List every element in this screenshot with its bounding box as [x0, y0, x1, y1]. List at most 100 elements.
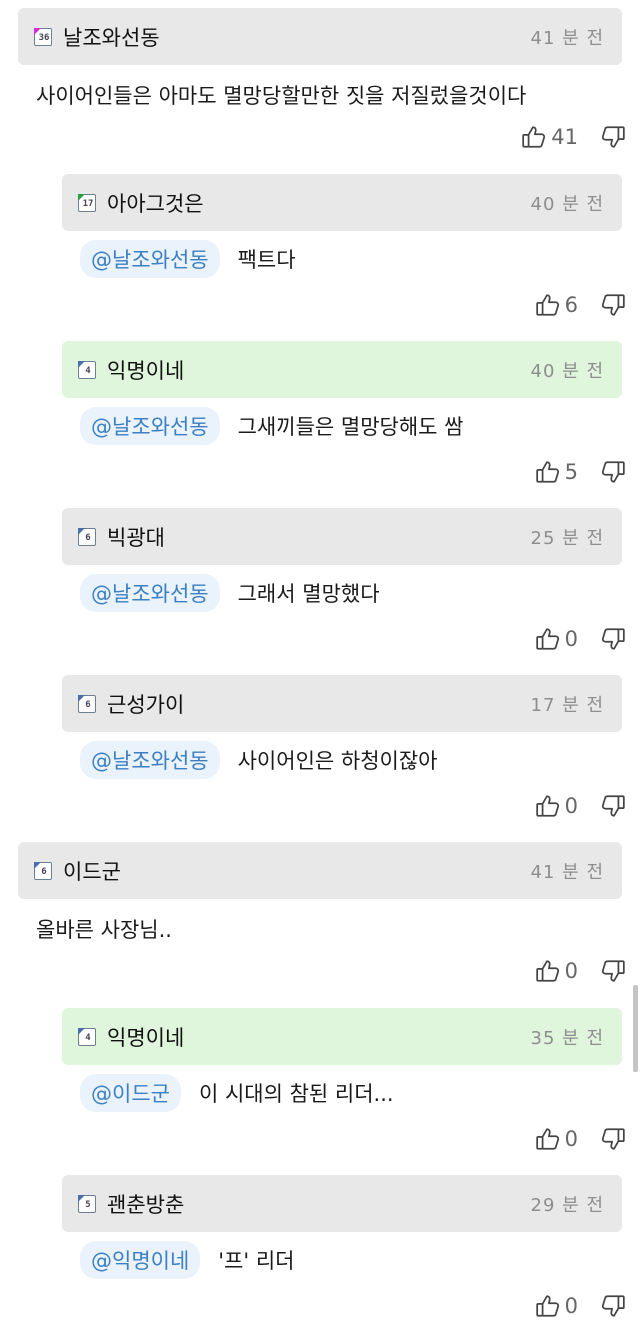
author-nickname[interactable]: 익명이네: [107, 1022, 531, 1052]
upvote-count: 0: [564, 794, 578, 818]
author-nickname[interactable]: 날조와선동: [63, 22, 531, 52]
vote-bar: 6: [535, 292, 626, 318]
author-nickname[interactable]: 아아그것은: [107, 188, 531, 218]
author-nickname[interactable]: 빅광대: [107, 522, 531, 552]
comment-text: 사이어인은 하청이잖아: [237, 749, 438, 773]
level-badge-icon: 5: [78, 1194, 96, 1213]
upvote-button[interactable]: 0: [535, 626, 600, 652]
thumbs-up-icon: [535, 294, 559, 316]
thumbs-down-icon: [601, 628, 625, 650]
mention-tag[interactable]: @날조와선동: [80, 240, 220, 278]
vote-bar: 0: [535, 1126, 626, 1152]
comment-header: 5 괜춘방춘 29 분 전: [62, 1175, 622, 1232]
thumbs-down-icon: [601, 795, 625, 817]
thumbs-down-icon: [601, 1128, 625, 1150]
vote-bar: 0: [535, 626, 626, 652]
upvote-button[interactable]: 0: [535, 958, 600, 984]
thumbs-up-icon: [535, 960, 559, 982]
level-badge-icon: 6: [78, 527, 96, 546]
downvote-button[interactable]: [600, 1126, 626, 1152]
comment-time: 41 분 전: [530, 861, 604, 883]
reply-content: @날조와선동 그래서 멸망했다: [80, 574, 380, 612]
vote-bar: 0: [535, 793, 626, 819]
downvote-button[interactable]: [600, 124, 626, 150]
comment-header: 6 빅광대 25 분 전: [62, 508, 622, 565]
thumbs-down-icon: [601, 461, 625, 483]
comment-text: 이 시대의 참된 리더...: [198, 1082, 394, 1106]
thumbs-down-icon: [601, 960, 625, 982]
mention-tag[interactable]: @날조와선동: [80, 407, 220, 445]
upvote-count: 6: [564, 293, 578, 317]
downvote-button[interactable]: [600, 459, 626, 485]
level-badge-icon: 6: [78, 694, 96, 713]
level-badge-icon: 4: [78, 1027, 96, 1046]
author-nickname[interactable]: 근성가이: [107, 689, 531, 719]
comment-header: 36 날조와선동 41 분 전: [18, 8, 622, 65]
thumbs-up-icon: [535, 461, 559, 483]
mention-tag[interactable]: @날조와선동: [80, 574, 220, 612]
mention-tag[interactable]: @날조와선동: [80, 741, 220, 779]
thumbs-up-icon: [535, 1295, 559, 1317]
mention-tag[interactable]: @익명이네: [80, 1241, 201, 1279]
comment-time: 41 분 전: [530, 27, 604, 49]
upvote-button[interactable]: 6: [535, 292, 600, 318]
level-badge-icon: 6: [34, 861, 52, 880]
comment-text: 그래서 멸망했다: [237, 582, 380, 606]
vote-bar: 5: [535, 459, 626, 485]
comment-text: 팩트다: [237, 248, 296, 272]
comment-time: 29 분 전: [530, 1194, 604, 1216]
upvote-count: 0: [564, 959, 578, 983]
upvote-count: 0: [564, 627, 578, 651]
scrollbar[interactable]: [633, 985, 638, 1072]
comment-header: 6 근성가이 17 분 전: [62, 675, 622, 732]
comment-header: 17 아아그것은 40 분 전: [62, 174, 622, 231]
upvote-count: 41: [551, 125, 578, 149]
comment-time: 40 분 전: [530, 360, 604, 382]
comment-header: 4 익명이네 35 분 전: [62, 1008, 622, 1065]
author-nickname[interactable]: 익명이네: [107, 355, 531, 385]
thumbs-down-icon: [601, 1295, 625, 1317]
comment-header: 4 익명이네 40 분 전: [62, 341, 622, 398]
upvote-button[interactable]: 0: [535, 1293, 600, 1319]
comment-text: 올바른 사장님..: [36, 918, 172, 942]
vote-bar: 0: [535, 1293, 626, 1319]
level-badge-icon: 17: [78, 193, 96, 212]
comment-text: '프' 리더: [218, 1249, 295, 1273]
thumbs-down-icon: [601, 294, 625, 316]
upvote-count: 0: [564, 1127, 578, 1151]
comment-text: 그새끼들은 멸망당해도 쌈: [237, 415, 464, 439]
upvote-button[interactable]: 5: [535, 459, 600, 485]
thumbs-down-icon: [601, 126, 625, 148]
comment-text: 사이어인들은 아마도 멸망당할만한 짓을 저질렀을것이다: [36, 84, 527, 108]
level-badge-icon: 36: [34, 27, 52, 46]
thumbs-up-icon: [535, 628, 559, 650]
upvote-count: 5: [564, 460, 578, 484]
comment-time: 35 분 전: [530, 1027, 604, 1049]
reply-content: @날조와선동 사이어인은 하청이잖아: [80, 741, 437, 779]
reply-content: @이드군 이 시대의 참된 리더...: [80, 1074, 394, 1112]
vote-bar: 41: [521, 124, 626, 150]
reply-content: @날조와선동 그새끼들은 멸망당해도 쌈: [80, 407, 463, 445]
reply-content: @날조와선동 팩트다: [80, 240, 296, 278]
comment-time: 17 분 전: [530, 694, 604, 716]
upvote-button[interactable]: 41: [521, 124, 600, 150]
downvote-button[interactable]: [600, 292, 626, 318]
thumbs-up-icon: [535, 795, 559, 817]
downvote-button[interactable]: [600, 793, 626, 819]
author-nickname[interactable]: 괜춘방춘: [107, 1189, 531, 1219]
comment-header: 6 이드군 41 분 전: [18, 842, 622, 899]
downvote-button[interactable]: [600, 626, 626, 652]
mention-tag[interactable]: @이드군: [80, 1074, 181, 1112]
downvote-button[interactable]: [600, 1293, 626, 1319]
upvote-count: 0: [564, 1294, 578, 1318]
thumbs-up-icon: [522, 126, 546, 148]
reply-content: @익명이네 '프' 리더: [80, 1241, 294, 1279]
downvote-button[interactable]: [600, 958, 626, 984]
author-nickname[interactable]: 이드군: [63, 856, 531, 886]
comment-time: 25 분 전: [530, 527, 604, 549]
thumbs-up-icon: [535, 1128, 559, 1150]
upvote-button[interactable]: 0: [535, 793, 600, 819]
upvote-button[interactable]: 0: [535, 1126, 600, 1152]
comment-time: 40 분 전: [530, 193, 604, 215]
vote-bar: 0: [535, 958, 626, 984]
